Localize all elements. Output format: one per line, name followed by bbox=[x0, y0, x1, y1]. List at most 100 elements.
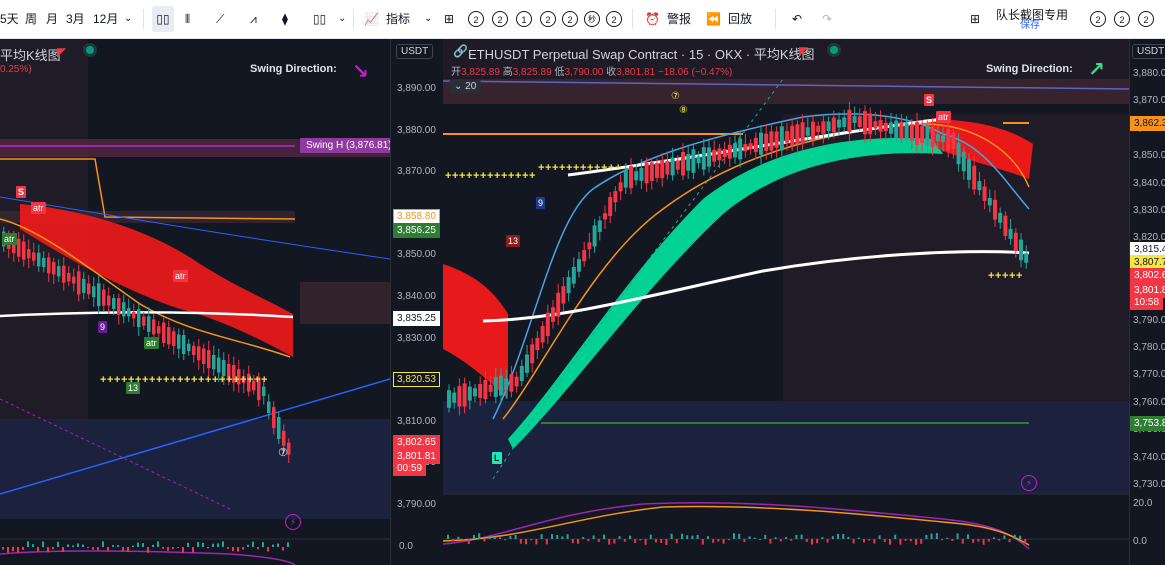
right-badge-1[interactable]: 2 bbox=[1090, 11, 1106, 27]
candle-body bbox=[701, 147, 706, 170]
oscillator-bar bbox=[894, 534, 897, 539]
cross-marker: + bbox=[1009, 270, 1015, 282]
candle-body bbox=[821, 121, 826, 134]
oscillator-bar bbox=[904, 539, 907, 541]
right-chart-pane[interactable]: + + + + + + + + + + + + + + + + + + + + + + + + + + + + + + 🔗 ETHUSDT… bbox=[443, 39, 1165, 565]
lightning-icon[interactable]: ⚡ bbox=[1021, 475, 1037, 491]
right-price-axis[interactable]: USDT 3,880.003,870.003,860.003,850.003,8… bbox=[1129, 39, 1165, 565]
oscillator-bar bbox=[733, 533, 735, 539]
candle-body bbox=[847, 109, 852, 133]
right-currency-selector[interactable]: USDT bbox=[1132, 44, 1165, 59]
hollow-candles-icon[interactable]: ⧫ bbox=[282, 0, 288, 38]
lightning-icon[interactable]: ⚡ bbox=[285, 514, 301, 530]
candle-body bbox=[587, 242, 592, 250]
badge-1[interactable]: 2 bbox=[468, 11, 484, 27]
candle-body bbox=[863, 111, 867, 135]
oscillator-bar bbox=[701, 539, 704, 545]
chart-type-chevron-icon[interactable]: ⌄ bbox=[338, 0, 346, 38]
candle-body bbox=[514, 376, 519, 387]
candle-body bbox=[977, 181, 982, 191]
line-chart-icon[interactable]: ⟋ bbox=[216, 0, 224, 38]
interval-12m[interactable]: 12月 bbox=[93, 0, 118, 38]
alarm-clock-icon[interactable]: ⏰ bbox=[645, 0, 660, 38]
candle-body bbox=[478, 383, 483, 398]
collapse-indicators-button[interactable]: ⌄ 20 bbox=[449, 80, 482, 93]
badge-5[interactable]: 2 bbox=[562, 11, 578, 27]
candle-body bbox=[623, 169, 628, 188]
cross-marker: + bbox=[573, 162, 579, 174]
oscillator-bar bbox=[147, 547, 149, 553]
candle-body bbox=[1013, 232, 1018, 252]
status-dot-icon bbox=[86, 46, 94, 54]
left-price-axis[interactable]: USDT 3,890.003,880.003,870.003,860.003,8… bbox=[390, 39, 442, 565]
candle-body bbox=[660, 159, 665, 179]
left-currency-selector[interactable]: USDT bbox=[396, 44, 434, 59]
left-price-label: 3,820.53 bbox=[393, 372, 440, 387]
interval-5d[interactable]: 5天 bbox=[0, 0, 19, 38]
layout-grid-icon[interactable]: ⊞ bbox=[444, 0, 454, 38]
oscillator-bar bbox=[842, 533, 845, 539]
left-chart-canvas[interactable]: + + + + + + + + + + + + + + + + + + + + + + + + bbox=[0, 39, 390, 565]
oscillator-bar bbox=[686, 535, 689, 539]
hlc-icon[interactable]: ⩘ bbox=[250, 0, 257, 38]
count-marker: ⑦ bbox=[278, 447, 288, 459]
undo-icon[interactable]: ↶ bbox=[792, 0, 802, 38]
redo-icon[interactable]: ↷ bbox=[822, 0, 832, 38]
chevron-down-icon[interactable]: ⌄ bbox=[124, 0, 132, 38]
candle-body bbox=[982, 186, 987, 201]
candle-body bbox=[655, 163, 659, 178]
badge-2[interactable]: 2 bbox=[492, 11, 508, 27]
candle-body bbox=[192, 345, 196, 356]
candles-icon[interactable]: ▯▯ bbox=[152, 6, 174, 32]
atr-signal: atr bbox=[144, 337, 159, 349]
badge-4[interactable]: 2 bbox=[540, 11, 556, 27]
candle-body bbox=[852, 116, 857, 123]
oscillator-bar bbox=[37, 547, 39, 552]
badge-3[interactable]: 1 bbox=[516, 11, 532, 27]
oscillator-bar bbox=[22, 547, 24, 550]
left-chart-pane[interactable]: + + + + + + + + + + + + + + + + + + + + + + + + 平均K线图 ◤ 0.25%) … bbox=[0, 39, 442, 565]
candle-body bbox=[759, 132, 763, 155]
oscillator-bar bbox=[779, 539, 782, 542]
rewind-icon[interactable]: ⏪ bbox=[706, 0, 721, 38]
candle-body bbox=[795, 124, 800, 145]
right-badge-2[interactable]: 2 bbox=[1114, 11, 1130, 27]
oscillator-bar bbox=[582, 536, 585, 539]
indicators-icon[interactable]: 📈 bbox=[364, 0, 379, 38]
candle-body bbox=[603, 213, 607, 220]
oscillator-bar bbox=[644, 539, 647, 545]
bars-icon[interactable]: ⫴ bbox=[185, 0, 190, 38]
cross-marker: + bbox=[254, 374, 260, 386]
candle-body bbox=[644, 162, 649, 184]
candle-body bbox=[894, 120, 899, 138]
candle-body bbox=[167, 327, 171, 345]
oscillator-bar bbox=[197, 541, 199, 547]
indicators-chevron-icon[interactable]: ⌄ bbox=[424, 0, 432, 38]
cross-marker: + bbox=[580, 162, 586, 174]
candle-body bbox=[82, 278, 86, 293]
seconds-badge[interactable]: 秒 bbox=[584, 11, 600, 27]
heikin-ashi-icon[interactable]: ▯▯ bbox=[313, 0, 326, 38]
candle-body bbox=[748, 143, 753, 150]
indicators-button[interactable]: 指标 bbox=[386, 0, 410, 38]
oscillator-bar bbox=[941, 539, 943, 541]
replay-button[interactable]: 回放 bbox=[728, 0, 752, 38]
interval-month[interactable]: 月 bbox=[46, 0, 58, 38]
candle-body bbox=[499, 375, 503, 396]
oscillator-bar bbox=[47, 547, 49, 553]
flag-icon: ◤ bbox=[799, 44, 809, 58]
oscillator-bar bbox=[816, 539, 819, 544]
right-price-label: 3,753.8 bbox=[1130, 416, 1165, 431]
oscillator-bar bbox=[956, 533, 959, 539]
alert-button[interactable]: 警报 bbox=[667, 0, 691, 38]
candle-body bbox=[779, 126, 784, 151]
right-chart-title[interactable]: ETHUSDT Perpetual Swap Contract · 15 · O… bbox=[468, 44, 815, 63]
cross-marker: + bbox=[552, 162, 558, 174]
interval-3m[interactable]: 3月 bbox=[66, 0, 85, 38]
oscillator-bar bbox=[961, 539, 964, 544]
layout-icon[interactable]: ⊞ bbox=[970, 0, 980, 38]
right-badge-3[interactable]: 2 bbox=[1138, 11, 1154, 27]
oscillator-bar bbox=[252, 541, 254, 547]
interval-week[interactable]: 周 bbox=[25, 0, 37, 38]
badge-6[interactable]: 2 bbox=[606, 11, 622, 27]
